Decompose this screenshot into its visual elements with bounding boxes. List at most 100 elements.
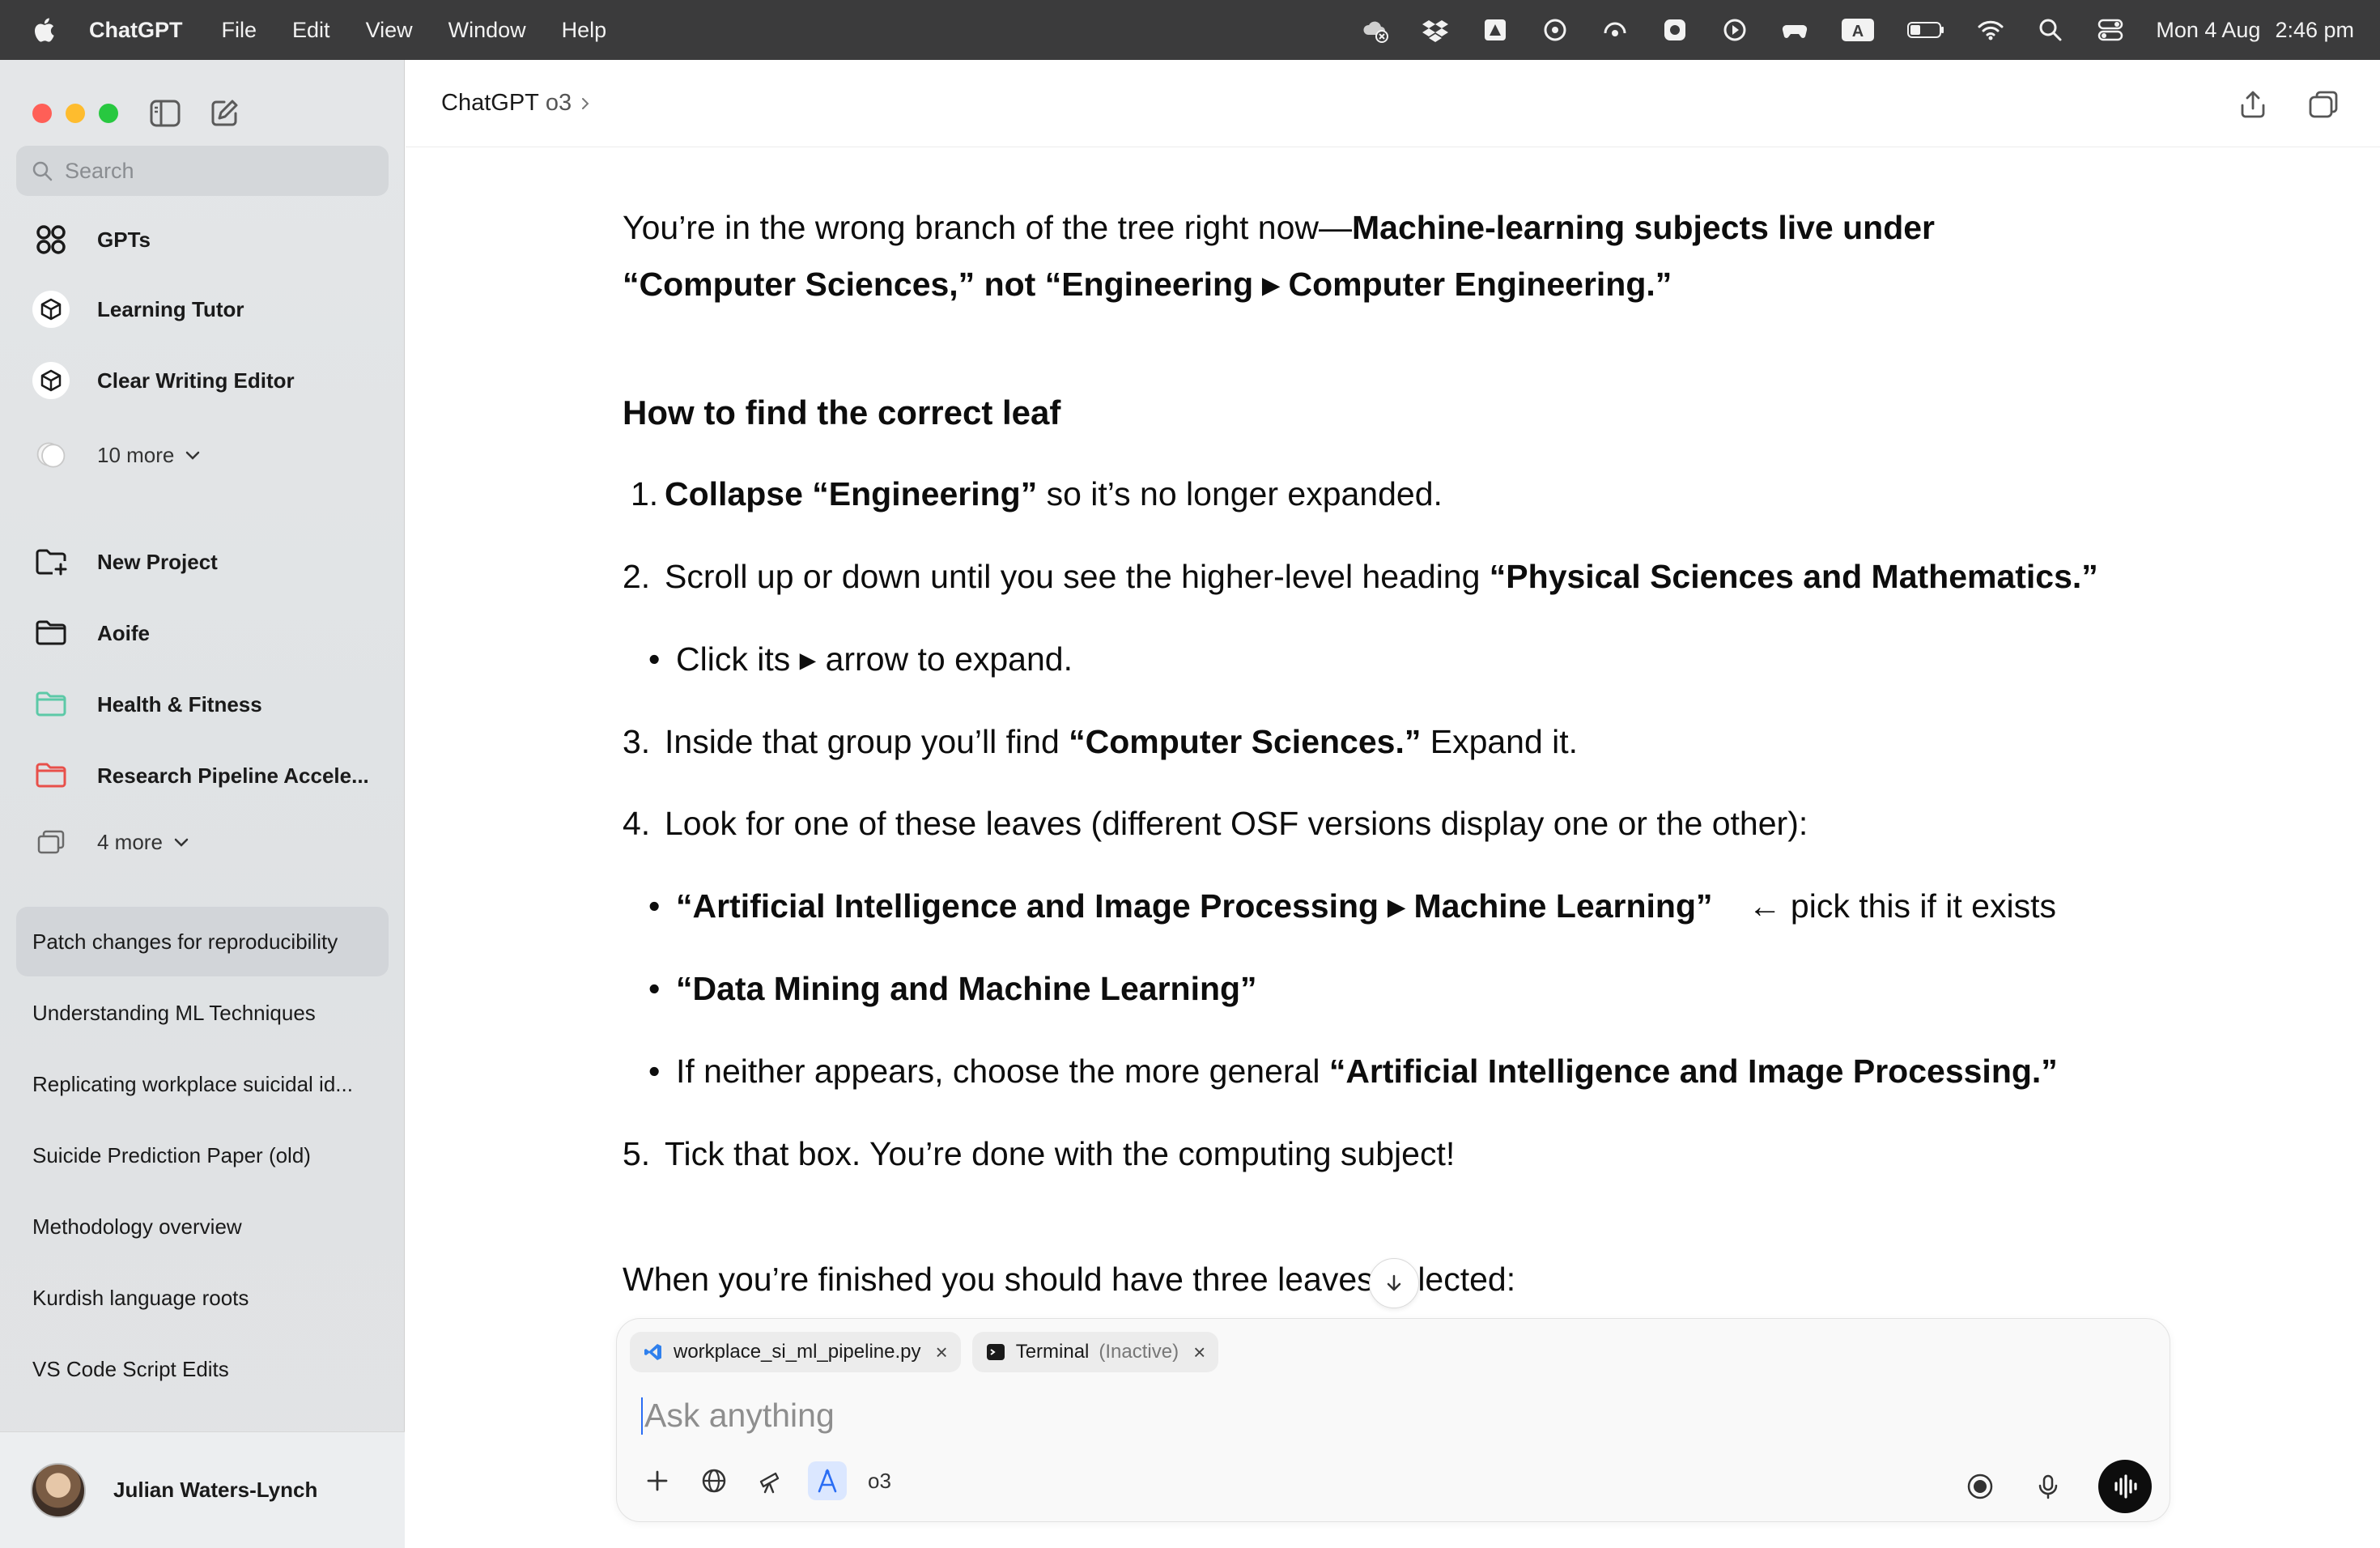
bullet-text: If neither appears, choose the more gene… — [676, 1053, 1329, 1090]
sidebar-item-label: Health & Fitness — [97, 691, 262, 717]
sidebar-item-gpts[interactable]: GPTs — [16, 211, 389, 269]
cloud-off-icon[interactable] — [1361, 15, 1390, 45]
step-number: 5. — [623, 1135, 651, 1172]
folder-icon — [32, 757, 70, 794]
attachment-chip-vscode[interactable]: workplace_si_ml_pipeline.py × — [630, 1332, 961, 1372]
projects-more-toggle[interactable]: 4 more — [16, 813, 389, 871]
tools-button[interactable] — [808, 1461, 847, 1500]
prompt-placeholder: Ask anything — [644, 1397, 835, 1434]
chevron-right-icon — [582, 97, 589, 109]
play-icon[interactable] — [1720, 15, 1749, 45]
chat-history-item[interactable]: Kurdish language roots — [16, 1263, 389, 1333]
input-source-icon[interactable]: A — [1840, 15, 1876, 45]
step-number: 2. — [623, 558, 651, 595]
menu-edit[interactable]: Edit — [292, 18, 330, 43]
dictate-button[interactable] — [2030, 1469, 2066, 1504]
deep-research-button[interactable] — [751, 1461, 790, 1500]
drive-icon[interactable] — [1481, 15, 1510, 45]
main-panel: ChatGPT o3 You’re in the wrong branch of… — [406, 60, 2380, 1548]
chat-title: VS Code Script Edits — [32, 1356, 229, 1381]
menu-file[interactable]: File — [222, 18, 257, 43]
sidebar-item-project-health-fitness[interactable]: Health & Fitness — [16, 675, 389, 734]
sidebar-item-label: Aoife — [97, 620, 150, 645]
bullet-icon: • — [648, 640, 661, 678]
web-search-button[interactable] — [695, 1461, 733, 1500]
bullet-icon: • — [648, 970, 661, 1007]
share-icon[interactable] — [2238, 89, 2268, 120]
chat-history-item[interactable]: Methodology overview — [16, 1192, 389, 1261]
prompt-input[interactable]: Ask anything — [641, 1397, 835, 1435]
minimize-window-button[interactable] — [66, 104, 85, 123]
sidebar-item-clear-writing-editor[interactable]: Clear Writing Editor — [16, 351, 389, 410]
chat-history-item[interactable]: VS Code Script Edits — [16, 1334, 389, 1404]
arrow-down-icon — [1387, 1274, 1401, 1291]
gear-badge-icon[interactable] — [1660, 15, 1689, 45]
new-chat-icon[interactable] — [208, 97, 240, 130]
attachment-chip-terminal[interactable]: Terminal (Inactive) × — [971, 1332, 1219, 1372]
step-text: Tick that box. You’re done with the comp… — [665, 1135, 1456, 1172]
step-number: 1. — [631, 475, 659, 512]
voice-mode-button[interactable] — [2098, 1460, 2152, 1513]
battery-icon[interactable] — [1906, 15, 1945, 45]
zoom-window-button[interactable] — [99, 104, 118, 123]
menu-bar-clock[interactable]: Mon 4 Aug 2:46 pm — [2156, 18, 2354, 43]
avatar — [31, 1462, 86, 1518]
remove-attachment-icon[interactable]: × — [936, 1340, 948, 1365]
bullet-bold-text: “Artificial Intelligence and Image Proce… — [676, 887, 1713, 925]
new-window-icon[interactable] — [2307, 89, 2340, 120]
spotlight-icon[interactable] — [2036, 15, 2065, 45]
threads-icon[interactable] — [1541, 15, 1570, 45]
plus-icon — [647, 1470, 668, 1491]
menu-window[interactable]: Window — [448, 18, 526, 43]
sidebar-item-project-aoife[interactable]: Aoife — [16, 604, 389, 662]
wifi-icon[interactable] — [1976, 15, 2005, 45]
record-button[interactable] — [1962, 1469, 1998, 1504]
user-name: Julian Waters-Lynch — [113, 1478, 318, 1502]
bullet-bold-text: “Data Mining and Machine Learning” — [676, 970, 1257, 1007]
user-profile[interactable]: Julian Waters-Lynch — [0, 1431, 405, 1548]
sidebar-search[interactable]: Search — [16, 146, 389, 196]
chat-history-item[interactable]: Understanding ML Techniques — [16, 978, 389, 1048]
sidebar-item-label: Research Pipeline Accele... — [97, 763, 369, 788]
chat-title: Understanding ML Techniques — [32, 1000, 316, 1025]
chat-title: Kurdish language roots — [32, 1285, 249, 1310]
window-controls — [32, 104, 118, 123]
dropbox-icon[interactable] — [1421, 15, 1450, 45]
chevron-down-icon — [174, 838, 189, 847]
gamepad-icon[interactable] — [1780, 15, 1809, 45]
menu-help[interactable]: Help — [562, 18, 607, 43]
step-number: 4. — [623, 805, 651, 842]
composer-right-tools — [1962, 1460, 2152, 1513]
sidebar-item-label: GPTs — [97, 227, 151, 252]
network-icon[interactable] — [1600, 15, 1630, 45]
attachment-label: Terminal — [1015, 1341, 1090, 1363]
sidebar-item-project-research-pipeline[interactable]: Research Pipeline Accele... — [16, 746, 389, 805]
scroll-to-bottom-button[interactable] — [1369, 1258, 1419, 1308]
apple-menu-icon[interactable] — [32, 16, 55, 44]
sidebar-toggle-icon[interactable] — [149, 99, 181, 128]
record-icon — [1967, 1474, 1993, 1499]
chat-history-item[interactable]: Patch changes for reproducibility — [16, 907, 389, 976]
close-window-button[interactable] — [32, 104, 52, 123]
menu-view[interactable]: View — [366, 18, 413, 43]
sidebar-item-new-project[interactable]: New Project — [16, 533, 389, 591]
control-center-icon[interactable] — [2096, 15, 2125, 45]
menu-bar: ChatGPT File Edit View Window Help A Mon… — [0, 0, 2380, 60]
step-4-bullet-1: • “Artificial Intelligence and Image Proc… — [623, 878, 2056, 934]
model-selector[interactable]: ChatGPT o3 — [441, 90, 593, 117]
vscode-icon — [644, 1344, 661, 1360]
chat-history-item[interactable]: Suicide Prediction Paper (old) — [16, 1121, 389, 1190]
attachment-chips: workplace_si_ml_pipeline.py × Terminal (… — [630, 1332, 1219, 1372]
add-attachment-button[interactable] — [638, 1461, 677, 1500]
sidebar-item-learning-tutor[interactable]: Learning Tutor — [16, 280, 389, 338]
app-menu[interactable]: ChatGPT — [89, 18, 183, 43]
step-text: Scroll up or down until you see the high… — [665, 558, 1490, 595]
remove-attachment-icon[interactable]: × — [1193, 1340, 1205, 1365]
terminal-icon — [986, 1344, 1005, 1360]
attachment-label: workplace_si_ml_pipeline.py — [674, 1341, 921, 1363]
chat-history-item[interactable]: Replicating workplace suicidal id... — [16, 1049, 389, 1119]
composer-model-label[interactable]: o3 — [868, 1469, 891, 1494]
chat-header: ChatGPT o3 — [406, 60, 2380, 147]
gpts-more-toggle[interactable]: 10 more — [16, 426, 389, 484]
sidebar-item-label: New Project — [97, 549, 218, 574]
